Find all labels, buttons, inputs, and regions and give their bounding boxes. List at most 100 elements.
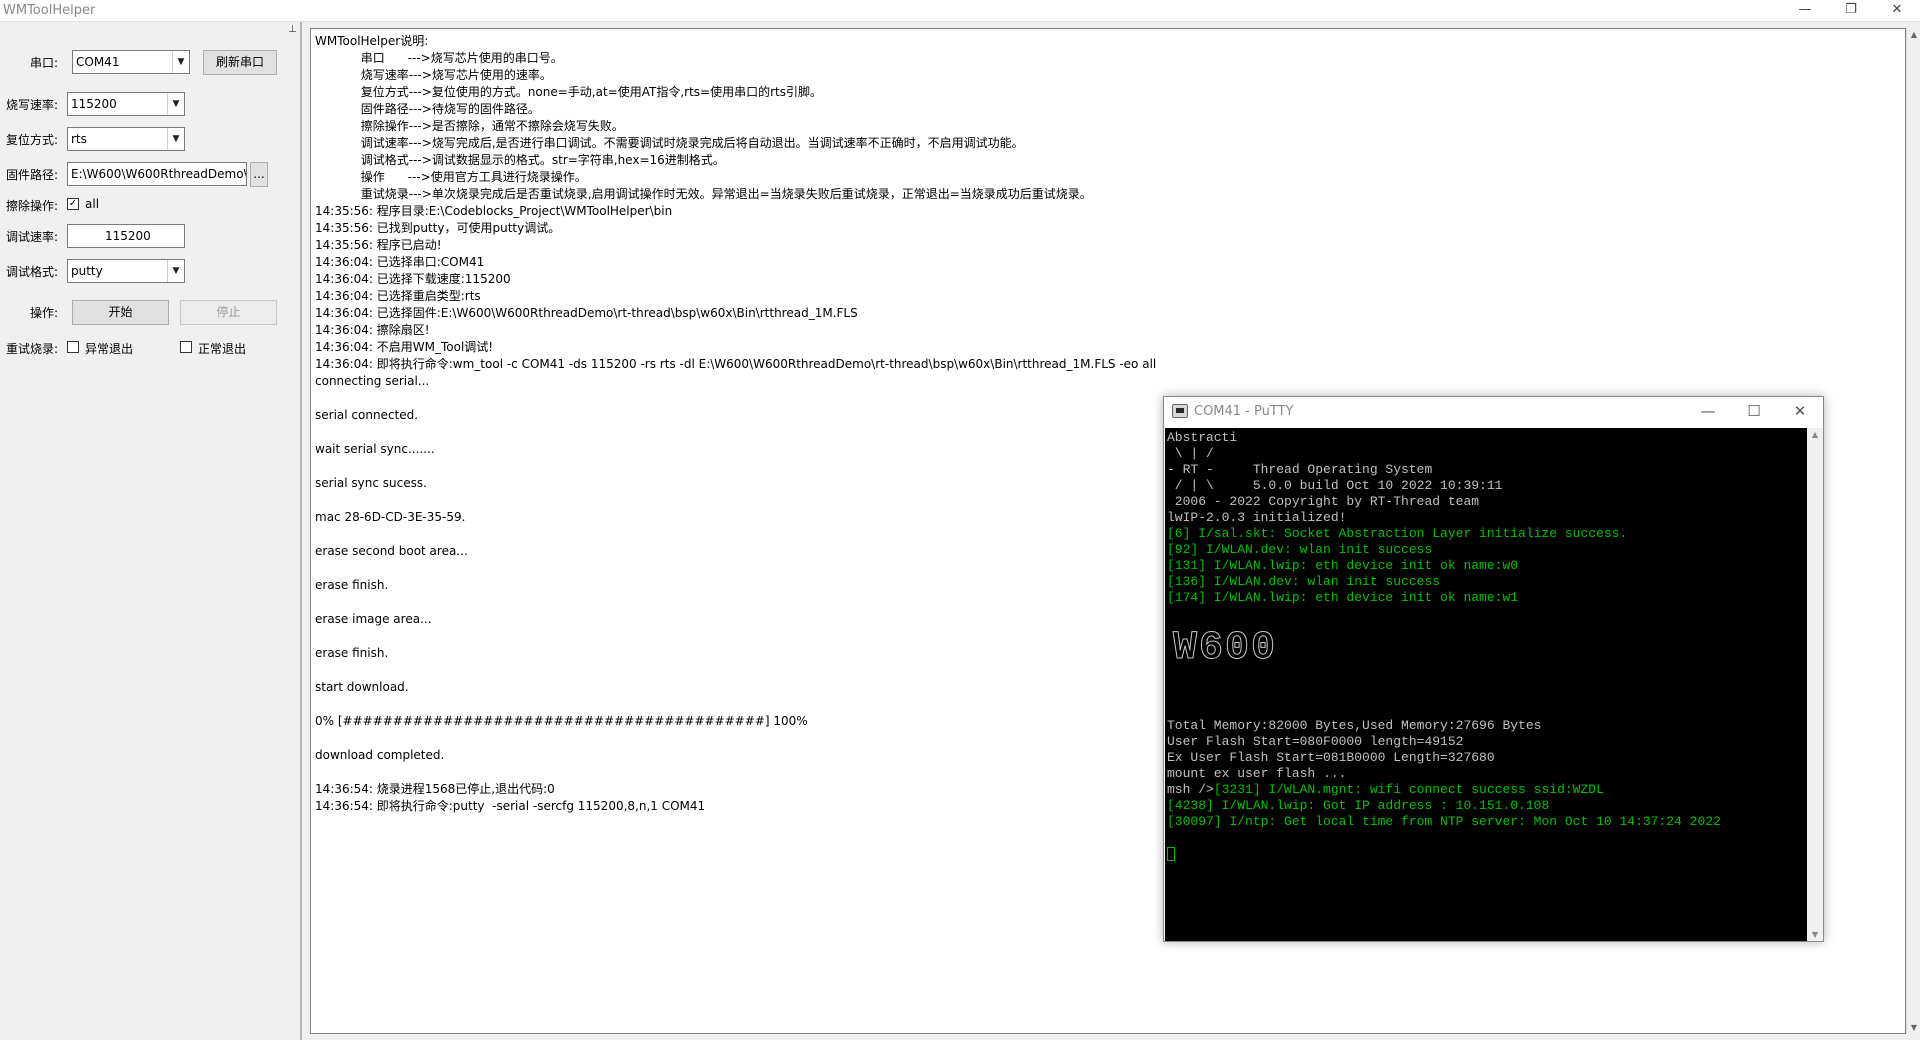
log-line: 14:36:04: 即将执行命令:wm_tool -c COM41 -ds 11… xyxy=(315,357,1157,371)
start-button[interactable]: 开始 xyxy=(72,300,169,325)
retry-abnormal-label: 异常退出 xyxy=(85,342,134,356)
putty-close-button[interactable]: ✕ xyxy=(1777,397,1823,427)
log-line: 复位方式--->复位使用的方式。none=手动,at=使用AT指令,rts=使用… xyxy=(315,85,822,99)
putty-scrollbar[interactable]: ▲ ▼ xyxy=(1807,428,1823,941)
log-line: 14:36:04: 已选择串口:COM41 xyxy=(315,255,485,269)
w600-ascii-logo: W600 xyxy=(1172,626,1278,672)
erase-option-label: all xyxy=(85,197,100,211)
retry-label: 重试烧录: xyxy=(6,342,59,356)
log-line: 14:35:56: 程序目录:E:\Codeblocks_Project\WMT… xyxy=(315,204,673,218)
scroll-down-icon[interactable]: ▼ xyxy=(1907,1023,1920,1032)
minimize-button[interactable]: — xyxy=(1782,0,1828,22)
log-line: 14:36:04: 不启用WM_Tool调试! xyxy=(315,340,494,354)
putty-title-bar[interactable]: COM41 - PuTTY — ☐ ✕ xyxy=(1164,397,1823,427)
terminal-line: [4238] I/WLAN.lwip: Got IP address : 10.… xyxy=(1167,798,1550,813)
log-scrollbar[interactable]: ▲ ▼ xyxy=(1906,28,1920,1034)
log-line: erase image area... xyxy=(315,612,432,626)
debug-baud-label: 调试速率: xyxy=(6,230,59,244)
retry-normal-checkbox[interactable] xyxy=(180,341,192,353)
terminal-line: [136] I/WLAN.dev: wlan init success xyxy=(1167,574,1441,589)
terminal-line: lwIP-2.0.3 initialized! xyxy=(1167,510,1347,525)
terminal-prompt-output: [3231] I/WLAN.mgnt: wifi connect success… xyxy=(1213,782,1604,797)
log-line: 固件路径--->待烧写的固件路径。 xyxy=(315,102,540,116)
stop-button[interactable]: 停止 xyxy=(180,300,277,325)
log-line: 调试速率--->烧写完成后,是否进行串口调试。不需要调试时烧录完成后将自动退出。… xyxy=(315,136,1024,150)
operation-label: 操作: xyxy=(30,306,59,320)
terminal-line: 2006 - 2022 Copyright by RT-Thread team xyxy=(1167,494,1480,509)
port-label: 串口: xyxy=(30,56,59,70)
pin-icon[interactable]: ⊥ xyxy=(288,24,297,35)
chevron-down-icon: ▼ xyxy=(167,93,184,115)
baud-select[interactable]: 115200 ▼ xyxy=(67,92,185,116)
scroll-down-icon[interactable]: ▼ xyxy=(1807,930,1823,939)
log-line: start download. xyxy=(315,680,409,694)
terminal-cursor xyxy=(1167,847,1175,861)
baud-label: 烧写速率: xyxy=(6,98,59,112)
log-line: 14:35:56: 程序已启动! xyxy=(315,238,442,252)
log-line: 调试格式--->调试数据显示的格式。str=字符串,hex=16进制格式。 xyxy=(315,153,725,167)
terminal-boot-lines: Abstracti \ | / - RT - Thread Operating S… xyxy=(1167,430,1627,606)
log-line: 14:36:04: 已选择下载速度:115200 xyxy=(315,272,511,286)
reset-label: 复位方式: xyxy=(6,133,59,147)
debug-baud-value: 115200 xyxy=(105,229,151,243)
refresh-port-button[interactable]: 刷新串口 xyxy=(203,50,277,75)
log-line: WMToolHelper说明: xyxy=(315,34,429,48)
log-line: erase finish. xyxy=(315,646,389,660)
scroll-up-icon[interactable]: ▲ xyxy=(1907,30,1920,39)
log-line: download completed. xyxy=(315,748,445,762)
debug-baud-field[interactable]: 115200 xyxy=(67,224,185,248)
terminal-line: [6] I/sal.skt: Socket Abstraction Layer … xyxy=(1167,526,1628,541)
retry-abnormal-checkbox[interactable] xyxy=(67,341,79,353)
terminal-line: / | \ 5.0.0 build Oct 10 2022 10:39:11 xyxy=(1167,478,1503,493)
putty-icon xyxy=(1172,404,1188,418)
port-select[interactable]: COM41 ▼ xyxy=(72,50,190,74)
putty-terminal[interactable]: Abstracti \ | / - RT - Thread Operating S… xyxy=(1165,428,1807,941)
retry-normal-label: 正常退出 xyxy=(198,342,247,356)
scroll-up-icon[interactable]: ▲ xyxy=(1807,430,1823,439)
settings-panel: ⊥ 串口: COM41 ▼ 刷新串口 烧写速率: 115200 ▼ 复位方式: … xyxy=(0,22,302,1040)
terminal-line: Abstracti xyxy=(1167,430,1238,445)
log-lines: WMToolHelper说明: 串口 --->烧写芯片使用的串口号。 烧写速率-… xyxy=(315,33,1156,815)
terminal-line: Ex User Flash Start=081B0000 Length=3276… xyxy=(1167,750,1495,765)
restore-button[interactable]: ❐ xyxy=(1828,0,1874,22)
putty-minimize-button[interactable]: — xyxy=(1685,397,1731,427)
debug-format-select[interactable]: putty ▼ xyxy=(67,259,185,283)
chevron-down-icon: ▼ xyxy=(167,260,184,282)
chevron-down-icon: ▼ xyxy=(172,51,189,73)
terminal-line: [174] I/WLAN.lwip: eth device init ok na… xyxy=(1167,590,1519,605)
firmware-path-field[interactable]: E:\W600\W600RthreadDemo\ xyxy=(67,162,247,186)
erase-label: 擦除操作: xyxy=(6,199,59,213)
close-button[interactable]: ✕ xyxy=(1874,0,1920,22)
terminal-status-lines: Total Memory:82000 Bytes,Used Memory:276… xyxy=(1167,718,1721,830)
reset-select[interactable]: rts ▼ xyxy=(67,127,185,151)
log-line: erase finish. xyxy=(315,578,389,592)
log-line: 14:36:54: 即将执行命令:putty -serial -sercfg 1… xyxy=(315,799,706,813)
log-line: 重试烧录--->单次烧录完成后是否重试烧录,启用调试操作时无效。异常退出=当烧录… xyxy=(315,187,1092,201)
erase-checkbox[interactable]: ✓ xyxy=(67,198,79,210)
putty-window[interactable]: COM41 - PuTTY — ☐ ✕ Abstracti \ | / - RT … xyxy=(1163,396,1824,942)
port-value: COM41 xyxy=(76,55,120,69)
reset-value: rts xyxy=(71,132,87,146)
terminal-line: Total Memory:82000 Bytes,Used Memory:276… xyxy=(1167,718,1542,733)
browse-button[interactable]: ... xyxy=(250,162,268,187)
terminal-line: \ | / xyxy=(1167,446,1214,461)
putty-maximize-button[interactable]: ☐ xyxy=(1731,397,1777,427)
log-line: wait serial sync....... xyxy=(315,442,435,456)
terminal-line: - RT - Thread Operating System xyxy=(1167,462,1433,477)
log-line: 擦除操作--->是否擦除，通常不擦除会烧写失败。 xyxy=(315,119,624,133)
putty-title: COM41 - PuTTY xyxy=(1194,404,1294,419)
baud-value: 115200 xyxy=(71,97,117,111)
log-line: connecting serial... xyxy=(315,374,430,388)
terminal-prompt-line: msh />[3231] I/WLAN.mgnt: wifi connect s… xyxy=(1167,782,1721,798)
log-line: 操作 --->使用官方工具进行烧录操作。 xyxy=(315,170,587,184)
